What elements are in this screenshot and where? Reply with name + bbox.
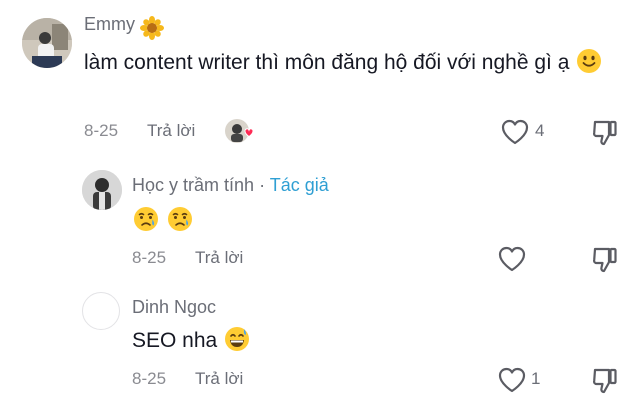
like-count-text: 4 [535,121,545,140]
thumbs-down-icon[interactable] [590,365,620,395]
reply-button[interactable]: Trả lời [147,121,195,141]
thumbs-down-icon[interactable] [590,244,620,274]
reply-text [132,205,194,238]
heart-icon[interactable] [497,366,527,394]
author-tag: Tác giả [269,175,329,195]
like-count-text: 1 [531,369,541,388]
crying-face-emoji-icon [134,207,158,231]
reply-text-content: SEO nha [132,329,218,352]
comment-date: 8-25 [84,121,118,141]
separator-dot: · [259,175,266,195]
date-text: 8-25 [132,369,167,388]
avatar[interactable] [82,292,120,330]
username-text[interactable]: Dinh Ngoc [132,297,216,317]
reply-label[interactable]: Trả lời [195,369,243,388]
username[interactable]: Dinh Ngoc [132,297,216,318]
creator-liked-badge [225,118,255,146]
username-text[interactable]: Học y trầm tính [132,175,254,195]
crying-face-emoji-icon [168,207,193,231]
comment-text-content: làm content writer thì môn đăng hộ đối v… [84,51,570,74]
avatar[interactable] [82,170,122,210]
comment-text: làm content writer thì môn đăng hộ đối v… [84,49,624,76]
reply-button[interactable]: Trả lời [195,369,243,389]
like-count: 1 [531,369,540,389]
date-text: 8-25 [132,248,167,267]
reply-date: 8-25 [132,369,166,389]
date-text: 8-25 [84,121,119,140]
creator-liked-avatar-icon [225,119,254,143]
heart-icon[interactable] [500,118,530,146]
reply-label[interactable]: Trả lời [147,121,195,140]
sunflower-emoji-icon [140,16,164,40]
username-text[interactable]: Emmy [84,14,135,34]
avatar-photo [82,170,122,210]
reply-button[interactable]: Trả lời [195,248,243,268]
like-count: 4 [535,121,544,141]
reply-label[interactable]: Trả lời [195,248,243,267]
thumbs-down-icon[interactable] [590,117,620,147]
reply-date: 8-25 [132,248,166,268]
reply-header: Học y trầm tính · Tác giả [132,175,329,196]
smiling-face-emoji-icon [577,49,602,74]
grinning-sweat-emoji-icon [225,327,250,352]
reply-text: SEO nha [132,327,250,354]
username[interactable]: Emmy [84,14,135,35]
avatar[interactable] [22,18,72,68]
avatar-photo [22,18,72,68]
heart-icon[interactable] [497,245,527,273]
